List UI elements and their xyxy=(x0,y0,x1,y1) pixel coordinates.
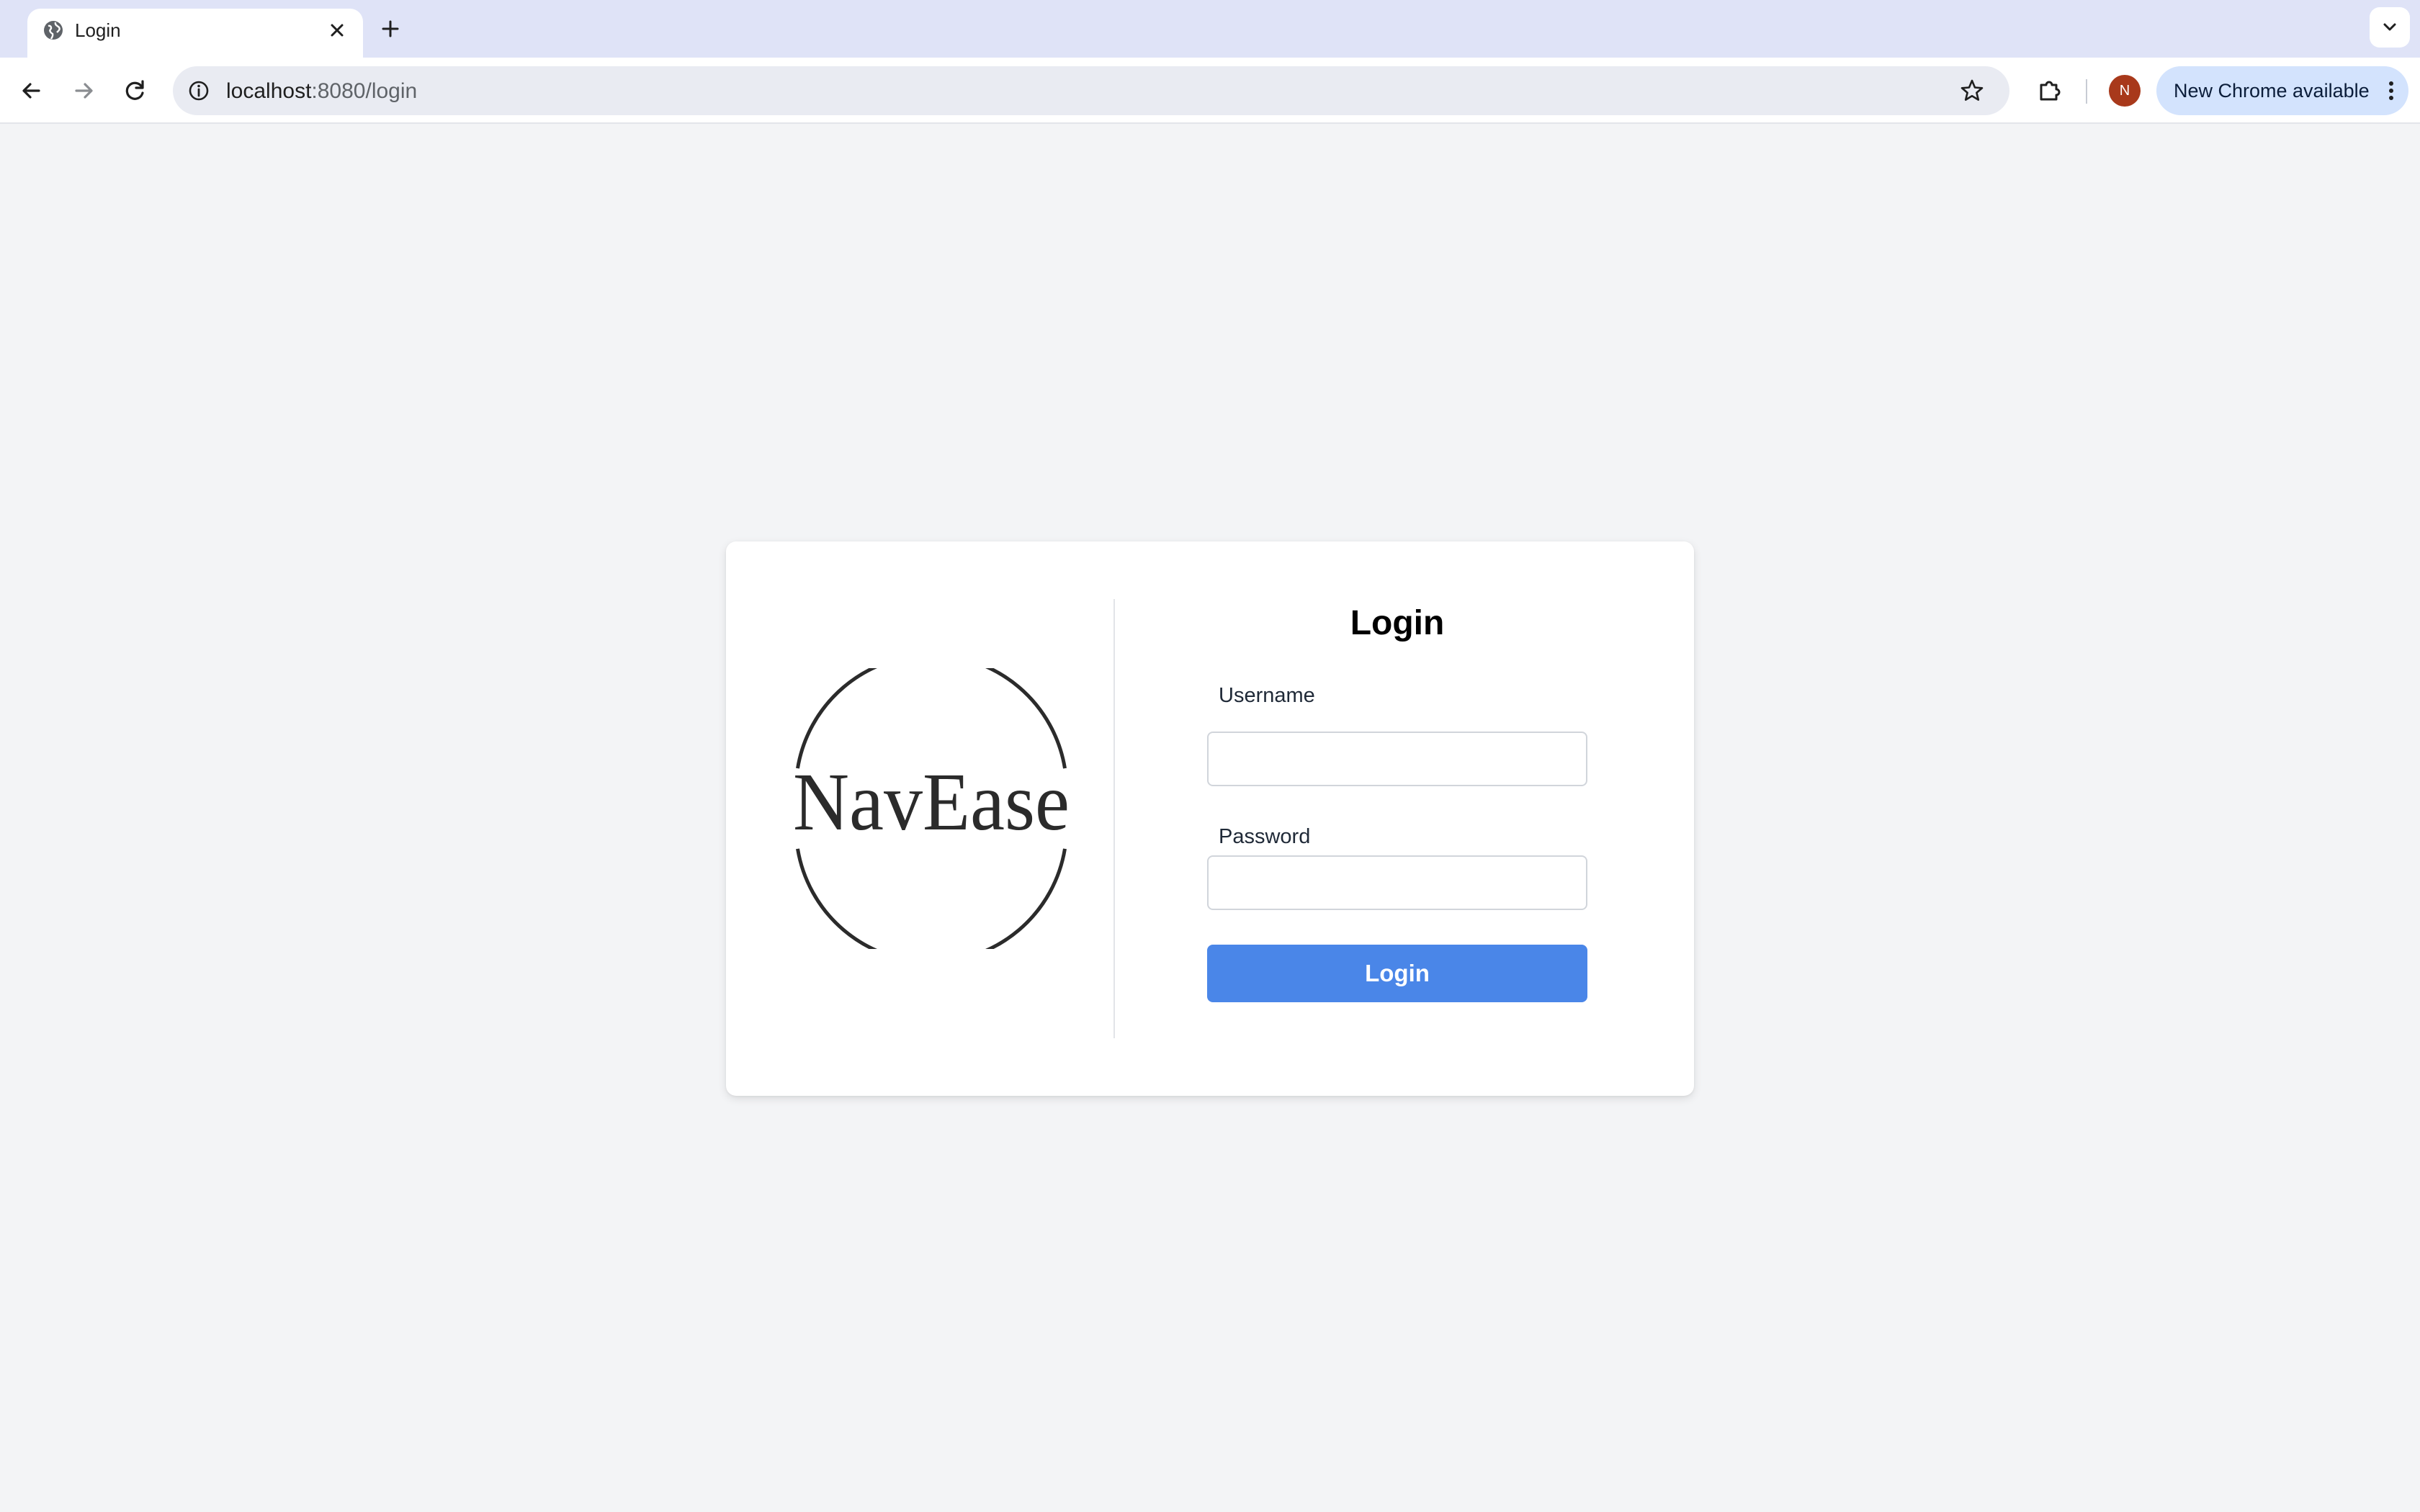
update-chrome-button[interactable]: New Chrome available xyxy=(2156,66,2408,115)
username-input[interactable] xyxy=(1207,732,1587,786)
address-bar[interactable]: localhost:8080/login xyxy=(173,66,2009,115)
tab-strip: Login xyxy=(0,0,2420,58)
more-vert-icon[interactable] xyxy=(2378,76,2404,105)
logo-text: NavEase xyxy=(793,756,1070,847)
browser-tab[interactable]: Login xyxy=(27,9,363,58)
url-host: localhost xyxy=(226,79,312,103)
reload-icon[interactable] xyxy=(118,73,153,108)
chevron-down-icon xyxy=(2383,23,2396,31)
extensions-icon[interactable] xyxy=(2033,73,2067,108)
password-label: Password xyxy=(1219,825,1311,848)
login-button[interactable]: Login xyxy=(1207,945,1587,1002)
tab-search-button[interactable] xyxy=(2370,7,2410,48)
globe-icon xyxy=(44,21,63,40)
form-title: Login xyxy=(1350,604,1445,642)
bookmark-star-icon[interactable] xyxy=(1958,76,1986,105)
naveease-logo: NavEase xyxy=(793,668,1070,949)
close-icon[interactable] xyxy=(324,17,350,43)
info-icon[interactable] xyxy=(186,78,212,104)
toolbar-divider xyxy=(2086,79,2087,104)
login-card: NavEase Login Username Password Login xyxy=(726,541,1694,1096)
tab-title: Login xyxy=(75,19,121,41)
profile-avatar[interactable]: N xyxy=(2109,75,2141,107)
username-label: Username xyxy=(1219,684,1315,707)
url-text: localhost:8080/login xyxy=(226,78,417,104)
update-chrome-label: New Chrome available xyxy=(2174,80,2370,102)
forward-icon[interactable] xyxy=(66,73,101,108)
vertical-divider xyxy=(1113,599,1115,1038)
browser-toolbar: localhost:8080/login N New Chrome availa… xyxy=(0,58,2420,124)
back-icon[interactable] xyxy=(14,73,49,108)
new-tab-icon[interactable] xyxy=(376,14,405,43)
password-input[interactable] xyxy=(1207,855,1587,910)
url-path: :8080/login xyxy=(311,79,418,103)
